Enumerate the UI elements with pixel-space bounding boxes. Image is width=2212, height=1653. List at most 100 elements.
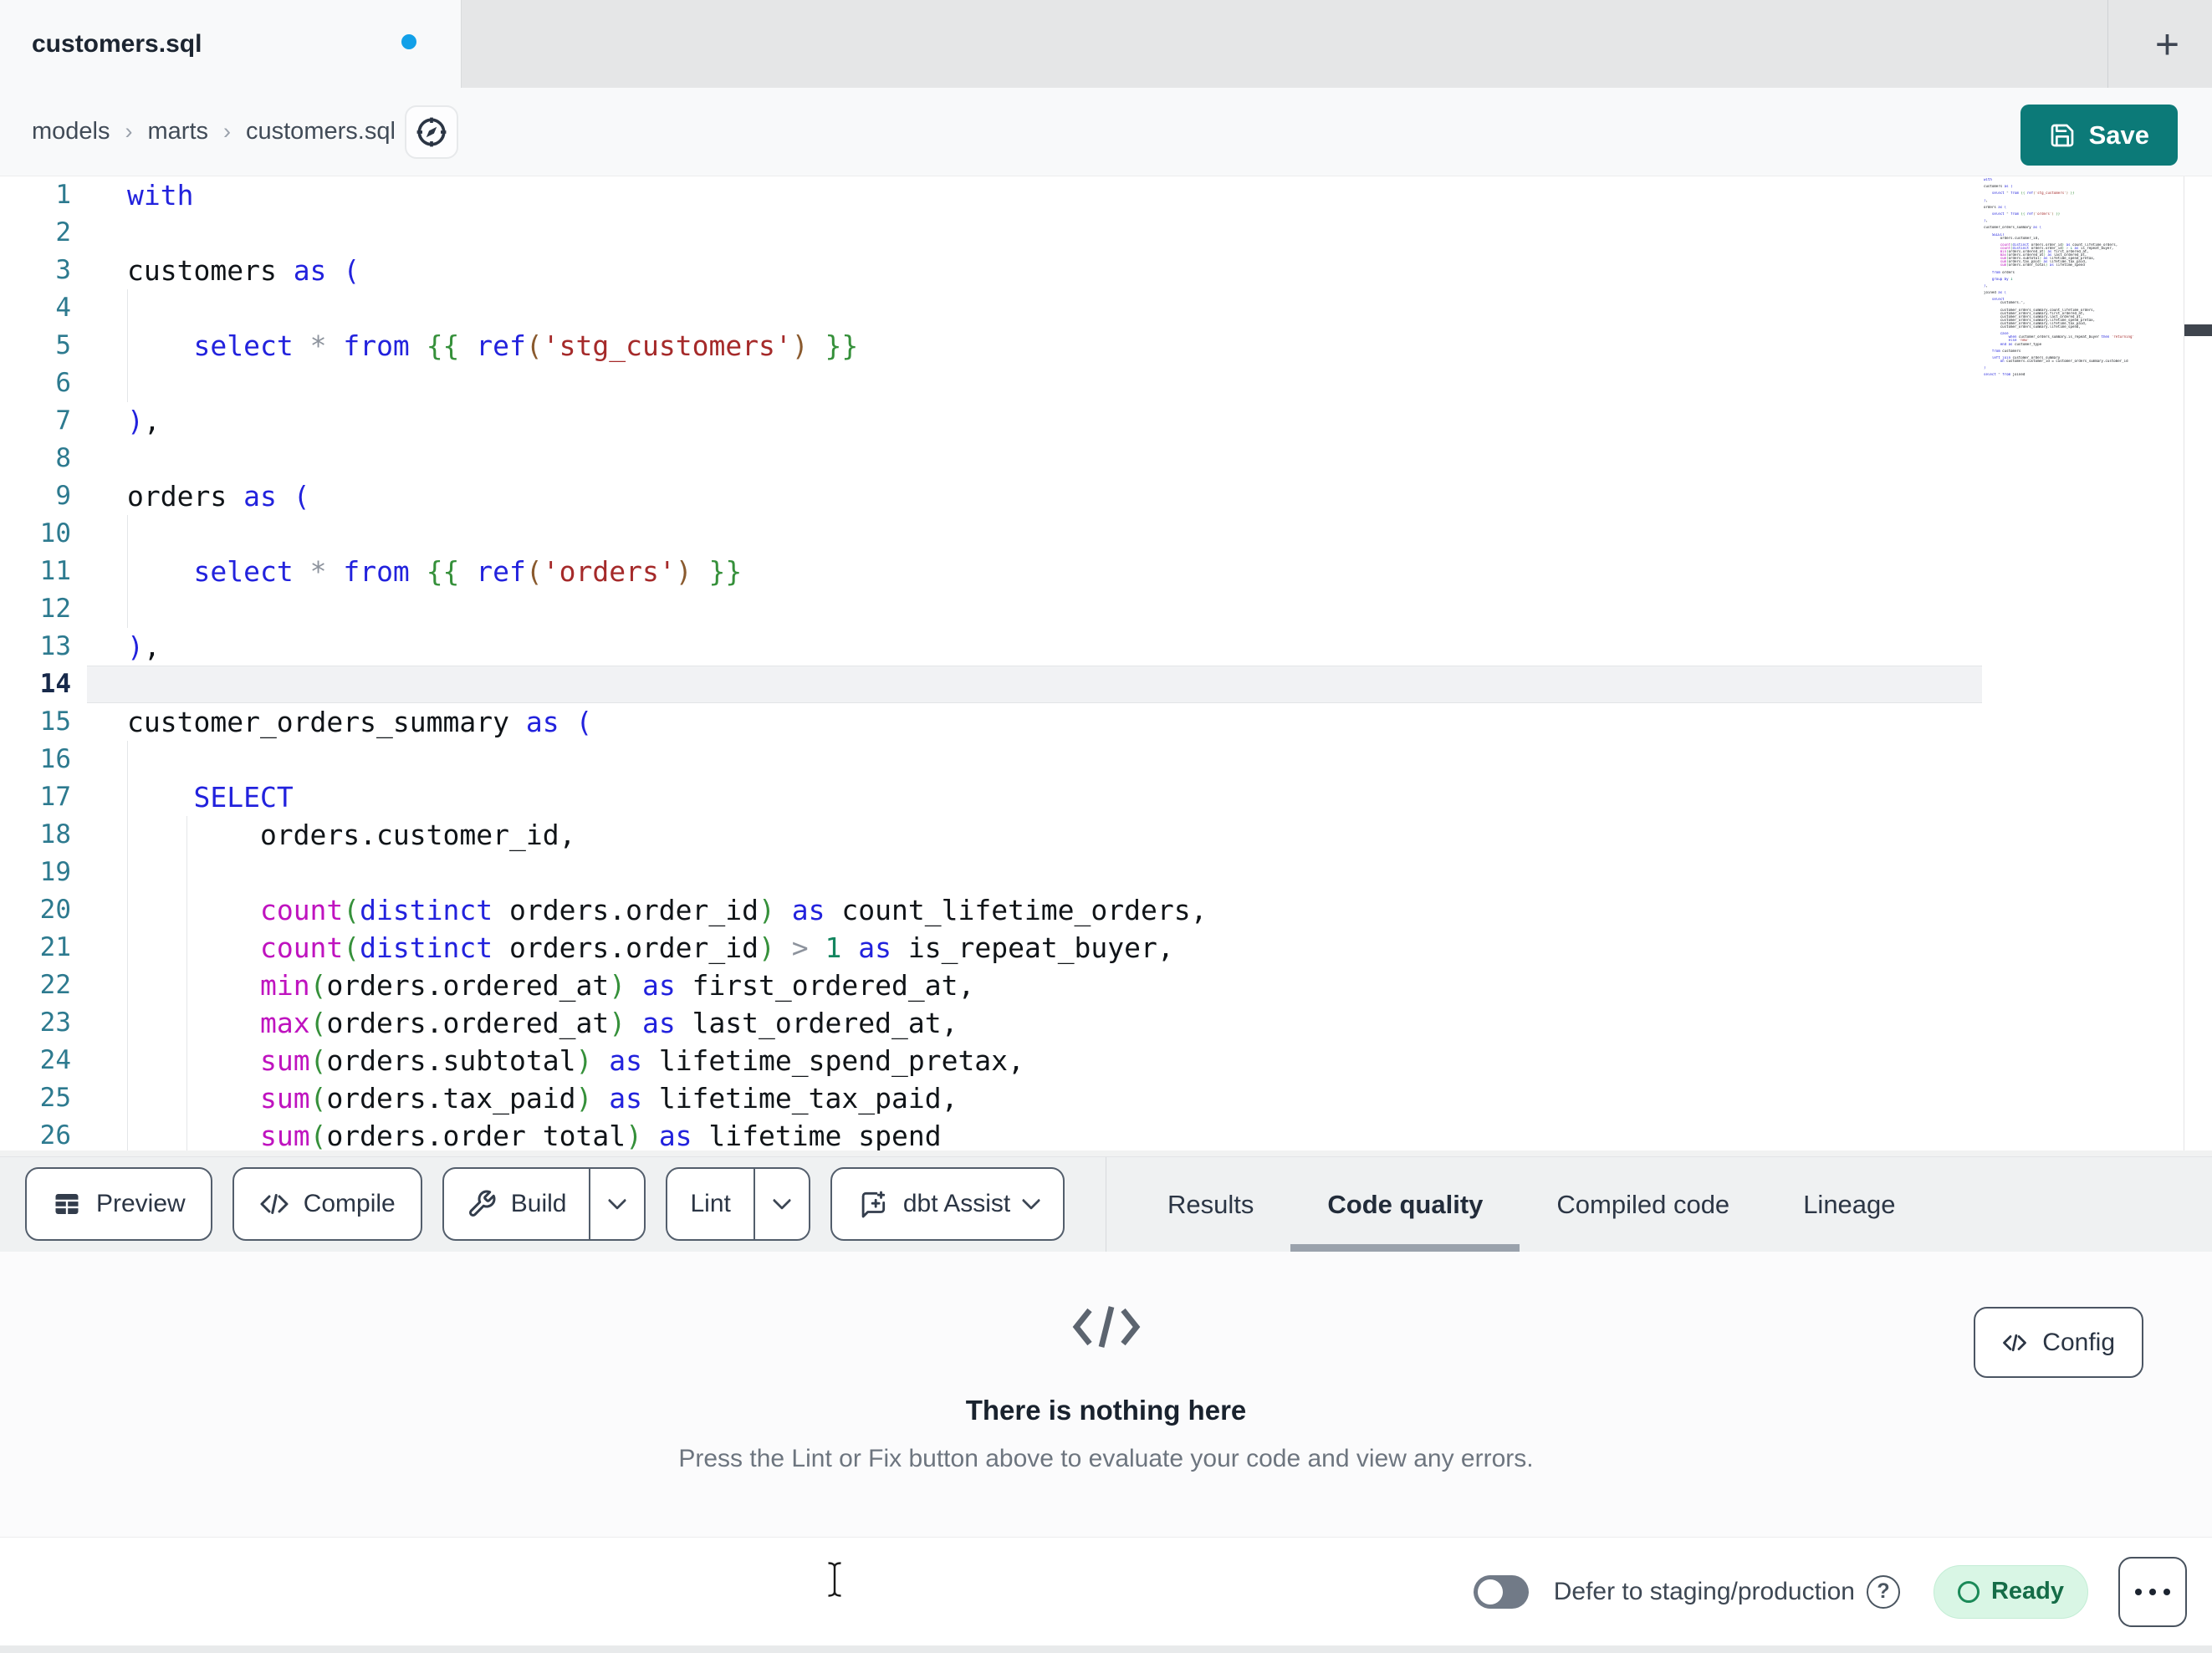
code-line[interactable]: customers as ( bbox=[127, 252, 1978, 289]
assist-sparkle-chat-icon bbox=[861, 1191, 885, 1218]
preview-button[interactable]: Preview bbox=[25, 1167, 212, 1241]
code-line[interactable]: customer_orders_summary as ( bbox=[127, 703, 1978, 741]
indent-guide bbox=[186, 816, 187, 854]
indent-guide bbox=[127, 327, 128, 365]
ellipsis-icon bbox=[2149, 1588, 2156, 1595]
more-options-button[interactable] bbox=[2118, 1556, 2187, 1627]
breadcrumb-item-models[interactable]: models bbox=[32, 118, 110, 145]
chevron-down-icon bbox=[772, 1191, 792, 1211]
code-line[interactable]: orders.customer_id, bbox=[127, 816, 1978, 854]
defer-toggle[interactable] bbox=[1473, 1574, 1529, 1609]
indent-guide bbox=[127, 289, 128, 327]
save-button-label: Save bbox=[2088, 120, 2149, 150]
code-line[interactable] bbox=[127, 854, 1978, 891]
ready-status-label: Ready bbox=[1990, 1578, 2064, 1605]
minimap-line: select * from joined bbox=[1984, 373, 2026, 377]
build-button-group: Build bbox=[442, 1167, 646, 1241]
toggle-knob bbox=[1477, 1579, 1503, 1605]
code-line[interactable] bbox=[127, 666, 1978, 703]
status-bar: Defer to staging/production ? Ready bbox=[0, 1537, 2212, 1645]
indent-guide bbox=[127, 515, 128, 553]
code-line[interactable]: count(distinct orders.order_id) as count… bbox=[127, 891, 1978, 929]
horizontal-scrollbar[interactable] bbox=[0, 1150, 2212, 1156]
code-line[interactable]: count(distinct orders.order_id) > 1 as i… bbox=[127, 929, 1978, 967]
code-editor[interactable]: 1 2 3 4 5 6 7 8 9 10 11 12 13 14 15 16 17 18 19 20 21 22 23 24 2… bbox=[0, 176, 2212, 1156]
tab-results[interactable]: Results bbox=[1131, 1157, 1290, 1252]
compass-button[interactable] bbox=[405, 105, 458, 159]
indent-guide bbox=[127, 590, 128, 628]
tab-code-quality[interactable]: Code quality bbox=[1290, 1157, 1520, 1252]
code-line[interactable]: sum(orders.subtotal) as lifetime_spend_p… bbox=[127, 1042, 1978, 1079]
code-line[interactable] bbox=[127, 590, 1978, 628]
dbt-assist-button[interactable]: dbt Assist bbox=[830, 1167, 1065, 1241]
config-button[interactable]: Config bbox=[1974, 1307, 2143, 1378]
file-tab-title: customers.sql bbox=[32, 29, 202, 58]
code-line[interactable]: ), bbox=[127, 402, 1978, 440]
wrench-icon bbox=[468, 1190, 496, 1217]
floppy-disk-icon bbox=[2051, 124, 2073, 146]
indent-guide bbox=[127, 816, 128, 854]
code-line[interactable]: ), bbox=[127, 628, 1978, 666]
toolbar-buttons: Preview Compile Build Lint dbt Assist bbox=[25, 1167, 1065, 1241]
scrollbar-thumb[interactable] bbox=[2184, 324, 2212, 336]
tab-compiled-code[interactable]: Compiled code bbox=[1520, 1157, 1766, 1252]
code-line[interactable]: min(orders.ordered_at) as first_ordered_… bbox=[127, 967, 1978, 1004]
dbt-assist-button-label: dbt Assist bbox=[902, 1190, 1011, 1217]
lint-button[interactable]: Lint bbox=[667, 1169, 753, 1239]
tab-lineage[interactable]: Lineage bbox=[1766, 1157, 1932, 1252]
ready-status-badge: Ready bbox=[1933, 1564, 2088, 1619]
indent-guide bbox=[186, 1117, 187, 1155]
indent-guide bbox=[186, 891, 187, 929]
defer-label: Defer to staging/production bbox=[1553, 1577, 1855, 1605]
config-button-label: Config bbox=[2042, 1328, 2115, 1356]
code-icon bbox=[260, 1194, 289, 1214]
code-line[interactable]: with bbox=[127, 176, 1978, 214]
code-line[interactable] bbox=[127, 289, 1978, 327]
build-button-label: Build bbox=[510, 1190, 567, 1217]
status-circle-icon bbox=[1957, 1580, 1980, 1603]
tab-bar: customers.sql + bbox=[0, 0, 2212, 88]
chevron-down-icon bbox=[1021, 1191, 1041, 1211]
unsaved-changes-dot-icon bbox=[401, 34, 416, 49]
code-line[interactable]: orders as ( bbox=[127, 477, 1978, 515]
indent-guide bbox=[186, 1079, 187, 1117]
compile-button[interactable]: Compile bbox=[232, 1167, 422, 1241]
indent-guide bbox=[127, 365, 128, 402]
help-icon[interactable]: ? bbox=[1866, 1574, 1900, 1609]
code-line[interactable]: max(orders.ordered_at) as last_ordered_a… bbox=[127, 1004, 1978, 1042]
text-cursor-pointer bbox=[828, 1562, 841, 1597]
file-tab[interactable]: customers.sql bbox=[0, 0, 462, 88]
empty-state-subtitle: Press the Lint or Fix button above to ev… bbox=[678, 1445, 1534, 1472]
code-line[interactable]: select * from {{ ref('orders') }} bbox=[127, 553, 1978, 590]
lint-button-group: Lint bbox=[666, 1167, 810, 1241]
code-line[interactable]: select * from {{ ref('stg_customers') }} bbox=[127, 327, 1978, 365]
indent-guide bbox=[127, 891, 128, 929]
code-slash-icon bbox=[1072, 1306, 1140, 1348]
code-line[interactable] bbox=[127, 515, 1978, 553]
build-dropdown-button[interactable] bbox=[589, 1169, 644, 1239]
breadcrumb-item-marts[interactable]: marts bbox=[148, 118, 209, 145]
code-line[interactable] bbox=[127, 741, 1978, 778]
code-line[interactable] bbox=[127, 440, 1978, 477]
code-lines[interactable]: with customers as ( select * from {{ ref(… bbox=[0, 176, 1978, 1155]
dbt-cloud-ide: customers.sql + models › marts › custome… bbox=[0, 0, 2212, 1653]
code-line[interactable]: SELECT bbox=[127, 778, 1978, 816]
indent-guide bbox=[127, 741, 128, 778]
save-button[interactable]: Save bbox=[2020, 105, 2178, 166]
preview-button-label: Preview bbox=[96, 1190, 186, 1217]
code-line[interactable]: sum(orders.order_total) as lifetime_spen… bbox=[127, 1117, 1978, 1155]
breadcrumb: models › marts › customers.sql bbox=[32, 88, 396, 176]
chevron-right-icon: › bbox=[223, 119, 231, 144]
code-line[interactable] bbox=[127, 214, 1978, 252]
lint-button-label: Lint bbox=[690, 1190, 731, 1217]
build-button[interactable]: Build bbox=[444, 1169, 590, 1239]
lint-dropdown-button[interactable] bbox=[753, 1169, 809, 1239]
indent-guide bbox=[186, 929, 187, 967]
breadcrumb-item-file[interactable]: customers.sql bbox=[246, 118, 396, 145]
code-line[interactable]: sum(orders.tax_paid) as lifetime_tax_pai… bbox=[127, 1079, 1978, 1117]
new-tab-button[interactable]: + bbox=[2123, 0, 2212, 88]
minimap[interactable]: with customers as ( select * from {{ ref(… bbox=[1984, 178, 2183, 376]
code-line[interactable] bbox=[127, 365, 1978, 402]
chevron-down-icon bbox=[608, 1191, 627, 1211]
indent-guide bbox=[127, 553, 128, 590]
